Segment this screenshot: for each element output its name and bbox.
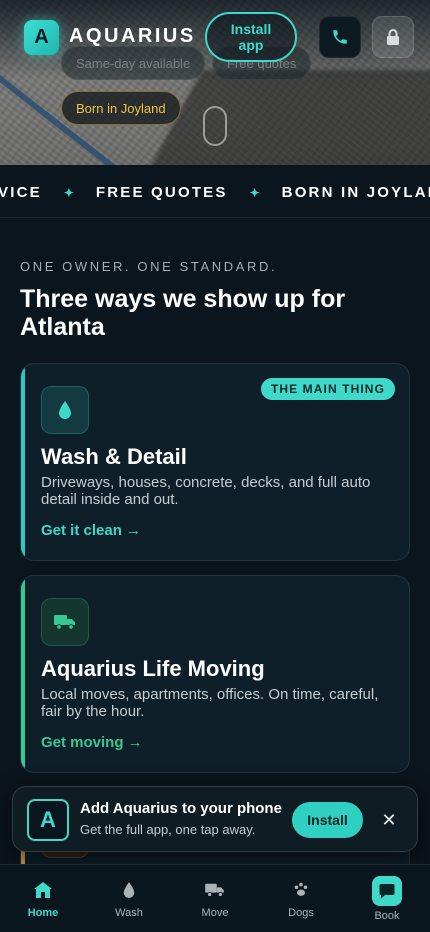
nav-icon-wrap	[122, 879, 136, 901]
brand-name[interactable]: AQUARIUS	[69, 25, 196, 48]
banner-logo: A	[27, 799, 69, 841]
get-it-clean-link[interactable]: Get it clean →	[41, 522, 141, 539]
lock-icon	[387, 29, 399, 45]
card-title: Aquarius Life Moving	[41, 656, 265, 681]
nav-icon-wrap	[33, 879, 53, 901]
sparkle-icon: ✦	[249, 185, 260, 200]
truck-icon	[205, 883, 224, 897]
call-button[interactable]	[319, 16, 361, 58]
home-icon	[34, 882, 52, 898]
install-app-button[interactable]: Install app	[205, 12, 297, 62]
water-drop-icon	[59, 401, 71, 419]
card-icon-wrap	[41, 598, 89, 646]
nav-icon-wrap	[292, 879, 310, 901]
card-description: Local moves, apartments, offices. On tim…	[41, 686, 379, 720]
scroll-hint-icon	[203, 106, 227, 146]
card-description: Driveways, houses, concrete, decks, and …	[41, 474, 371, 508]
sparkle-icon: ✦	[63, 185, 74, 200]
get-moving-link[interactable]: Get moving →	[41, 734, 143, 751]
card-icon-wrap	[41, 386, 89, 434]
marquee-item: VICE	[0, 184, 42, 201]
book-icon-wrap	[372, 876, 402, 906]
service-card-moving[interactable]: Aquarius Life Moving Local moves, apartm…	[20, 575, 410, 773]
banner-title: Add Aquarius to your phone	[80, 800, 282, 817]
water-drop-icon	[123, 882, 135, 898]
nav-label: Home	[27, 907, 59, 919]
logo-badge[interactable]: A	[24, 20, 59, 55]
card-title: Wash & Detail	[41, 444, 187, 469]
marquee-item: FREE QUOTES	[95, 184, 228, 201]
app-header: A AQUARIUS Install app	[0, 0, 430, 78]
nav-item-book[interactable]: Book	[344, 865, 430, 932]
banner-install-button[interactable]: Install	[292, 802, 363, 838]
nav-label: Wash	[115, 907, 143, 919]
lock-button[interactable]	[372, 16, 414, 58]
nav-item-dogs[interactable]: Dogs	[258, 865, 344, 932]
nav-label: Dogs	[288, 907, 314, 919]
nav-item-wash[interactable]: Wash	[86, 865, 172, 932]
section-title: Three ways we show up for Atlanta	[20, 285, 346, 341]
nav-icon-wrap	[204, 879, 226, 901]
paw-icon	[294, 882, 308, 896]
bottom-nav: Home Wash Move Dogs Book	[0, 864, 430, 932]
section-eyebrow: ONE OWNER. ONE STANDARD.	[20, 259, 278, 274]
nav-item-home[interactable]: Home	[0, 865, 86, 932]
marquee-track: VICE ✦ FREE QUOTES ✦ BORN IN JOYLAN	[0, 184, 430, 201]
nav-label: Move	[201, 907, 229, 919]
nav-item-move[interactable]: Move	[172, 865, 258, 932]
service-card-wash[interactable]: THE MAIN THING Wash & Detail Driveways, …	[20, 363, 410, 561]
nav-label: Book	[374, 910, 400, 922]
truck-icon	[54, 615, 75, 630]
hero-chip-joyland: Born in Joyland	[61, 91, 181, 125]
marquee-strip: VICE ✦ FREE QUOTES ✦ BORN IN JOYLAN	[0, 165, 430, 218]
main-thing-badge: THE MAIN THING	[260, 378, 395, 400]
phone-icon	[333, 30, 347, 44]
install-banner: A Add Aquarius to your phone Get the ful…	[12, 786, 418, 852]
close-icon[interactable]: ✕	[376, 807, 402, 833]
chat-icon	[379, 884, 395, 899]
marquee-item: BORN IN JOYLAN	[281, 184, 430, 201]
banner-subtitle: Get the full app, one tap away.	[80, 822, 256, 837]
